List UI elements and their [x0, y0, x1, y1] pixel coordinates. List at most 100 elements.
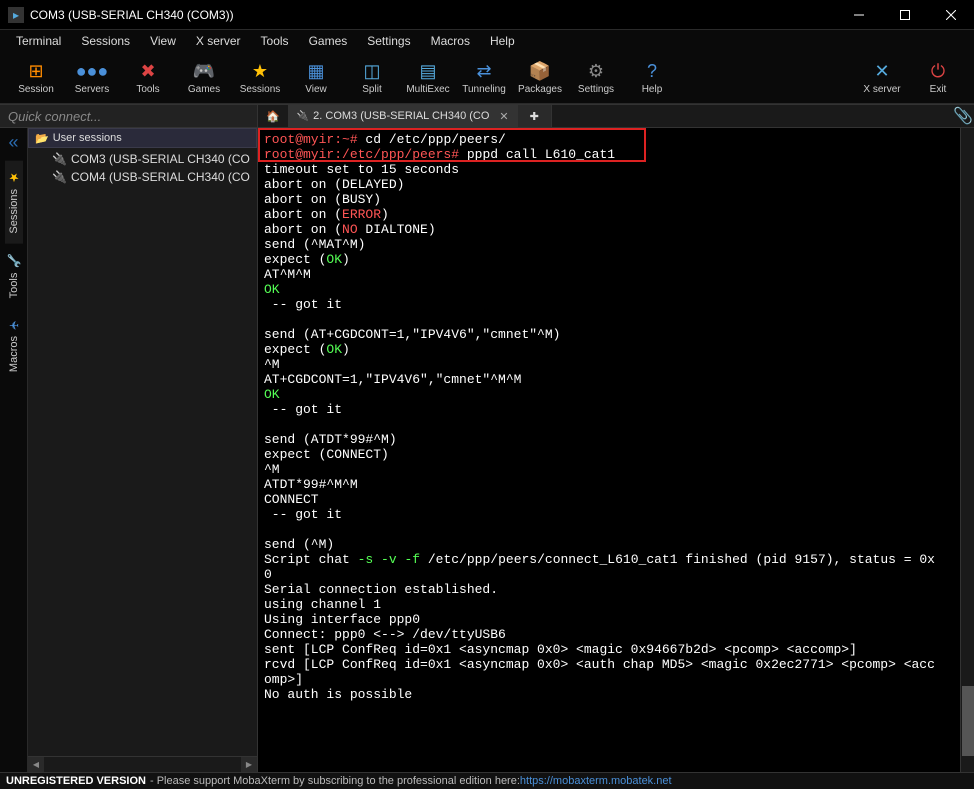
- scroll-left-icon[interactable]: ◀: [28, 757, 44, 772]
- close-button[interactable]: [928, 0, 974, 30]
- menu-games[interactable]: Games: [299, 32, 358, 50]
- terminal-line: Using interface ppp0: [264, 612, 954, 627]
- menu-sessions[interactable]: Sessions: [71, 32, 140, 50]
- scroll-right-icon[interactable]: ▶: [241, 757, 257, 772]
- toolbar-settings-button[interactable]: ⚙Settings: [568, 54, 624, 102]
- scroll-track[interactable]: [44, 757, 241, 772]
- terminal-line: expect (OK): [264, 252, 954, 267]
- tunneling-icon: ⇄: [476, 61, 491, 82]
- rail-tab-macros[interactable]: Macros ✈: [5, 308, 23, 382]
- toolbar-label: X server: [863, 84, 900, 95]
- games-icon: 🎮: [193, 61, 215, 82]
- terminal-output[interactable]: root@myir:~# cd /etc/ppp/peers/root@myir…: [258, 128, 960, 772]
- multiexec-icon: ▤: [419, 61, 436, 82]
- toolbar-session-button[interactable]: ⊞ Session: [8, 54, 64, 102]
- terminal-line: ^M: [264, 357, 954, 372]
- terminal-line: AT^M^M: [264, 267, 954, 282]
- terminal-line: rcvd [LCP ConfReq id=0x1 <asyncmap 0x0> …: [264, 657, 954, 672]
- sidebar-header[interactable]: 📂 User sessions: [28, 128, 257, 148]
- terminal-line: using channel 1: [264, 597, 954, 612]
- menu-help[interactable]: Help: [480, 32, 525, 50]
- toolbar-exit-button[interactable]: ⏻Exit: [910, 54, 966, 102]
- toolbar-games-button[interactable]: 🎮 Games: [176, 54, 232, 102]
- menu-macros[interactable]: Macros: [421, 32, 480, 50]
- paperclip-icon[interactable]: 📎: [952, 105, 974, 127]
- plug-icon: 🔌: [297, 111, 309, 122]
- collapse-sidebar-button[interactable]: «: [8, 132, 18, 153]
- toolbar-tunneling-button[interactable]: ⇄ Tunneling: [456, 54, 512, 102]
- sidebar-header-label: User sessions: [53, 132, 122, 144]
- terminal-line: Serial connection established.: [264, 582, 954, 597]
- terminal-line: [264, 522, 954, 537]
- terminal-line: expect (OK): [264, 342, 954, 357]
- help-icon: ?: [647, 61, 657, 82]
- close-icon[interactable]: ✕: [499, 110, 508, 123]
- plane-icon: ✈: [7, 318, 21, 332]
- session-icon: ⊞: [28, 61, 43, 82]
- toolbar-help-button[interactable]: ? Help: [624, 54, 680, 102]
- tab-home[interactable]: 🏠: [258, 105, 289, 127]
- terminal-line: send (ATDT*99#^M): [264, 432, 954, 447]
- toolbar-label: Sessions: [240, 84, 281, 95]
- terminal-line: No auth is possible: [264, 687, 954, 702]
- toolbar-label: View: [305, 84, 327, 95]
- toolbar-label: Tunneling: [462, 84, 506, 95]
- terminal-line: ATDT*99#^M^M: [264, 477, 954, 492]
- terminal-line: abort on (NO DIALTONE): [264, 222, 954, 237]
- terminal-line: root@myir:~# cd /etc/ppp/peers/: [264, 132, 954, 147]
- rail-label: Macros: [8, 336, 20, 372]
- app-icon: ▸: [8, 7, 24, 23]
- toolbar-tools-button[interactable]: ✖Tools: [120, 54, 176, 102]
- toolbar-label: Games: [188, 84, 220, 95]
- maximize-button[interactable]: [882, 0, 928, 30]
- terminal-line: CONNECT: [264, 492, 954, 507]
- plug-icon: 🔌: [52, 170, 67, 184]
- terminal-line: ^M: [264, 462, 954, 477]
- split-icon: ◫: [363, 61, 380, 82]
- terminal-line: -- got it: [264, 507, 954, 522]
- toolbar-split-button[interactable]: ◫Split: [344, 54, 400, 102]
- terminal-line: abort on (DELAYED): [264, 177, 954, 192]
- wrench-icon: 🔧: [7, 254, 21, 269]
- unregistered-label: UNREGISTERED VERSION: [6, 775, 146, 787]
- toolbar-servers-button[interactable]: ●●●Servers: [64, 54, 120, 102]
- menu-view[interactable]: View: [140, 32, 186, 50]
- left-rail: « Sessions★Tools🔧 Macros ✈: [0, 128, 28, 772]
- terminal-line: Connect: ppp0 <--> /dev/ttyUSB6: [264, 627, 954, 642]
- view-icon: ▦: [307, 61, 324, 82]
- session-item[interactable]: 🔌COM3 (USB-SERIAL CH340 (CO: [28, 150, 257, 168]
- toolbar-multiexec-button[interactable]: ▤MultiExec: [400, 54, 456, 102]
- window-title: COM3 (USB-SERIAL CH340 (COM3)): [30, 8, 836, 22]
- session-tree: 🔌COM3 (USB-SERIAL CH340 (CO🔌COM4 (USB-SE…: [28, 148, 257, 186]
- minimize-button[interactable]: [836, 0, 882, 30]
- terminal-scrollbar[interactable]: [960, 128, 974, 772]
- menu-tools[interactable]: Tools: [251, 32, 299, 50]
- x server-icon: ✕: [874, 61, 889, 82]
- toolbar-label: Settings: [578, 84, 614, 95]
- scrollbar-thumb[interactable]: [962, 686, 974, 756]
- toolbar-label: Help: [642, 84, 663, 95]
- rail-label: Sessions: [8, 189, 20, 234]
- statusbar-link[interactable]: https://mobaxterm.mobatek.net: [520, 775, 672, 787]
- sidebar-horizontal-scrollbar[interactable]: ◀ ▶: [28, 756, 257, 772]
- toolbar-x-server-button[interactable]: ✕ X server: [854, 54, 910, 102]
- terminal-line: OK: [264, 282, 954, 297]
- rail-tab-tools[interactable]: Tools🔧: [5, 244, 23, 308]
- tab-session-1[interactable]: 🔌2. COM3 (USB-SERIAL CH340 (CO✕: [289, 105, 518, 127]
- rail-tab-sessions[interactable]: Sessions★: [5, 161, 23, 244]
- toolbar-view-button[interactable]: ▦ View: [288, 54, 344, 102]
- menu-terminal[interactable]: Terminal: [6, 32, 71, 50]
- home-icon: 🏠: [266, 110, 280, 123]
- toolbar-sessions-button[interactable]: ★ Sessions: [232, 54, 288, 102]
- sessions-icon: ★: [252, 61, 268, 82]
- quick-connect-input[interactable]: Quick connect...: [0, 105, 258, 127]
- tabstrip-row: Quick connect... 🏠 🔌2. COM3 (USB-SERIAL C…: [0, 104, 974, 128]
- new-tab-button[interactable]: ✚: [518, 105, 552, 127]
- toolbar-label: Packages: [518, 84, 562, 95]
- menu-x-server[interactable]: X server: [186, 32, 251, 50]
- menu-settings[interactable]: Settings: [357, 32, 420, 50]
- statusbar: UNREGISTERED VERSION - Please support Mo…: [0, 772, 974, 789]
- session-item[interactable]: 🔌COM4 (USB-SERIAL CH340 (CO: [28, 168, 257, 186]
- toolbar-label: Session: [18, 84, 54, 95]
- toolbar-packages-button[interactable]: 📦Packages: [512, 54, 568, 102]
